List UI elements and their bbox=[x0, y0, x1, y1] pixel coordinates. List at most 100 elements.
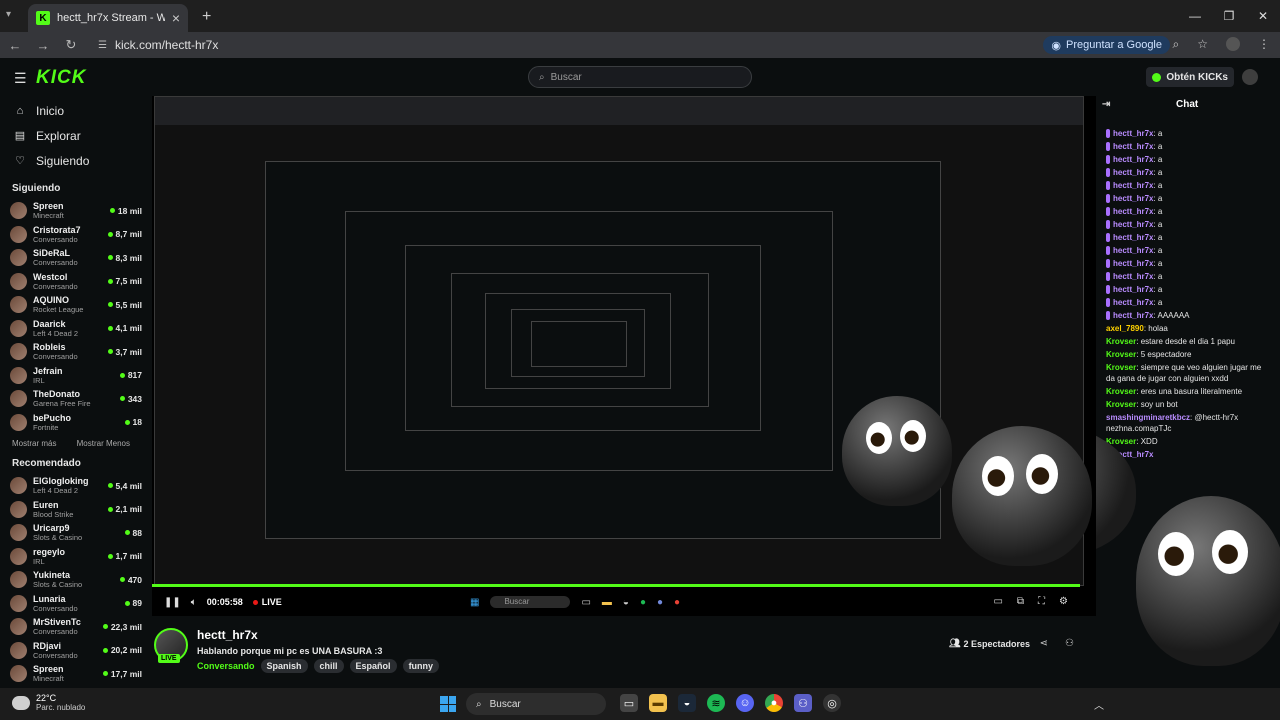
sidebar-channel[interactable]: Spreen Minecraft 18 mil bbox=[0, 199, 152, 223]
tag-chip[interactable]: funny bbox=[402, 659, 440, 673]
minimize-icon[interactable]: — bbox=[1178, 0, 1212, 32]
address-bar[interactable]: ☰ kick.com/hectt-hr7x bbox=[98, 38, 218, 52]
volume-icon[interactable]: 🔈︎ bbox=[191, 597, 197, 608]
chat-username[interactable]: hectt_hr7x bbox=[1113, 220, 1153, 229]
streamer-name[interactable]: hectt_hr7x bbox=[197, 628, 258, 642]
chat-username[interactable]: Krovser bbox=[1106, 387, 1136, 396]
sidebar-channel[interactable]: Spreen Minecraft 17,7 mil bbox=[0, 662, 152, 686]
chat-username[interactable]: hectt_hr7x bbox=[1113, 129, 1153, 138]
steam-icon[interactable]: ◒ bbox=[678, 694, 696, 712]
user-avatar[interactable] bbox=[1242, 69, 1258, 85]
sidebar-channel[interactable]: Uricarp9 Slots & Casino 88 bbox=[0, 521, 152, 545]
collapse-chat-icon[interactable]: ⇥ bbox=[1102, 99, 1110, 110]
pip-icon[interactable]: ⧉ bbox=[1017, 596, 1024, 607]
chat-username[interactable]: hectt_hr7x bbox=[1113, 155, 1153, 164]
bookmark-star-icon[interactable]: ☆ bbox=[1197, 37, 1208, 52]
nav-following[interactable]: ♡ Siguiendo bbox=[0, 148, 152, 173]
task-view-icon[interactable]: ▭ bbox=[620, 694, 638, 712]
site-info-icon[interactable]: ☰ bbox=[98, 40, 107, 51]
obs-icon[interactable]: ◎ bbox=[823, 694, 841, 712]
windows-start-icon[interactable] bbox=[440, 696, 456, 712]
sidebar-channel[interactable]: Robleis Conversando 3,7 mil bbox=[0, 340, 152, 364]
show-less-link[interactable]: Mostrar Menos bbox=[77, 439, 130, 448]
menu-dots-icon[interactable]: ⋮ bbox=[1258, 37, 1270, 52]
settings-gear-icon[interactable]: ⚙ bbox=[1059, 596, 1068, 607]
browser-tab[interactable]: K hectt_hr7x Stream - Watch Live × bbox=[28, 4, 188, 32]
forward-icon[interactable]: → bbox=[36, 38, 50, 53]
sidebar-channel[interactable]: Cristorata7 Conversando 8,7 mil bbox=[0, 223, 152, 247]
teams-icon[interactable]: ⚇ bbox=[794, 694, 812, 712]
chat-message: hectt_hr7x: a bbox=[1106, 243, 1270, 256]
kick-logo[interactable]: KICK bbox=[36, 67, 86, 89]
pause-icon[interactable]: ❚❚ bbox=[164, 597, 181, 608]
new-tab-icon[interactable]: + bbox=[202, 8, 211, 26]
follow-user-icon[interactable]: ⚇ bbox=[1065, 638, 1074, 649]
chat-username[interactable]: hectt_hr7x bbox=[1113, 298, 1153, 307]
share-icon[interactable]: ⋖ bbox=[1040, 638, 1048, 649]
sidebar-channel[interactable]: Daarick Left 4 Dead 2 4,1 mil bbox=[0, 317, 152, 341]
sidebar-channel[interactable]: MrStivenTc Conversando 22,3 mil bbox=[0, 615, 152, 639]
close-window-icon[interactable]: ✕ bbox=[1246, 0, 1280, 32]
spotify-icon[interactable]: ≋ bbox=[707, 694, 725, 712]
stream-category[interactable]: Conversando bbox=[197, 661, 255, 671]
discord-icon[interactable]: ☺ bbox=[736, 694, 754, 712]
channel-avatar bbox=[10, 249, 27, 267]
tab-search-icon[interactable]: ▾ bbox=[6, 9, 11, 20]
chat-username[interactable]: hectt_hr7x bbox=[1113, 194, 1153, 203]
chat-username[interactable]: hectt_hr7x bbox=[1113, 272, 1153, 281]
chat-username[interactable]: hectt_hr7x bbox=[1113, 207, 1153, 216]
fullscreen-icon[interactable]: ⛶ bbox=[1038, 596, 1045, 607]
taskbar-search[interactable]: ⌕ Buscar bbox=[466, 693, 606, 715]
sidebar-channel[interactable]: TheDonato Garena Free Fire 343 bbox=[0, 387, 152, 411]
nav-home[interactable]: ⌂ Inicio bbox=[0, 98, 152, 123]
tag-chip[interactable]: Spanish bbox=[260, 659, 308, 673]
chat-username[interactable]: hectt_hr7x bbox=[1113, 285, 1153, 294]
chat-username[interactable]: hectt_hr7x bbox=[1113, 181, 1153, 190]
back-icon[interactable]: ← bbox=[8, 38, 22, 53]
ask-google-button[interactable]: ◉ Preguntar a Google bbox=[1043, 36, 1170, 54]
get-kicks-button[interactable]: Obtén KICKs bbox=[1146, 67, 1234, 87]
sidebar-channel[interactable]: regeylo IRL 1,7 mil bbox=[0, 545, 152, 569]
chat-username[interactable]: hectt_hr7x bbox=[1113, 259, 1153, 268]
tag-chip[interactable]: Español bbox=[349, 659, 397, 673]
chrome-icon[interactable]: ● bbox=[765, 694, 783, 712]
search-input[interactable]: ⌕ Buscar bbox=[528, 66, 752, 88]
sidebar-channel[interactable]: ElGlogloking Left 4 Dead 2 5,4 mil bbox=[0, 474, 152, 498]
nav-explore[interactable]: ▤ Explorar bbox=[0, 123, 152, 148]
chat-username[interactable]: hectt_hr7x bbox=[1113, 246, 1153, 255]
sidebar-channel[interactable]: RDjavi Conversando 20,2 mil bbox=[0, 639, 152, 663]
chat-username[interactable]: Krovser bbox=[1106, 400, 1136, 409]
chat-username[interactable]: hectt_hr7x bbox=[1113, 168, 1153, 177]
file-explorer-icon[interactable]: ▬ bbox=[649, 694, 667, 712]
tag-chip[interactable]: chill bbox=[313, 659, 344, 673]
chat-username[interactable]: smashingminaretkbcz bbox=[1106, 413, 1190, 422]
sidebar-channel[interactable]: Euren Blood Strike 2,1 mil bbox=[0, 498, 152, 522]
sidebar-channel[interactable]: SiDeRaL Conversando 8,3 mil bbox=[0, 246, 152, 270]
chat-username[interactable]: axel_7890 bbox=[1106, 324, 1144, 333]
profile-avatar[interactable] bbox=[1226, 37, 1240, 51]
hamburger-menu-icon[interactable]: ☰ bbox=[14, 70, 27, 87]
chat-username[interactable]: hectt_hr7x bbox=[1113, 233, 1153, 242]
chat-username[interactable]: Krovser bbox=[1106, 363, 1136, 372]
tab-close-icon[interactable]: × bbox=[172, 10, 180, 26]
sidebar-channel[interactable]: Lunaria Conversando 89 bbox=[0, 592, 152, 616]
sidebar-channel[interactable]: AQUINO Rocket League 5,5 mil bbox=[0, 293, 152, 317]
channel-name: Westcol bbox=[33, 271, 68, 282]
chat-username[interactable]: hectt_hr7x bbox=[1113, 311, 1153, 320]
reload-icon[interactable]: ↻ bbox=[64, 37, 78, 53]
weather-widget[interactable]: 22°C Parc. nublado bbox=[12, 693, 85, 713]
chat-username[interactable]: Krovser bbox=[1106, 350, 1136, 359]
following-more-row: Mostrar más Mostrar Menos bbox=[0, 434, 152, 452]
video-player[interactable] bbox=[152, 96, 1096, 616]
sidebar-channel[interactable]: bePucho Fortnite 18 bbox=[0, 411, 152, 435]
chat-username[interactable]: Krovser bbox=[1106, 337, 1136, 346]
sidebar-channel[interactable]: Jefrain IRL 817 bbox=[0, 364, 152, 388]
chat-username[interactable]: hectt_hr7x bbox=[1113, 142, 1153, 151]
zoom-icon[interactable]: ⌕ bbox=[1173, 37, 1180, 52]
theater-mode-icon[interactable]: ▭ bbox=[993, 596, 1002, 607]
sidebar-channel[interactable]: Yukineta Slots & Casino 470 bbox=[0, 568, 152, 592]
tray-chevron-icon[interactable]: ︿ bbox=[1094, 697, 1104, 712]
sidebar-channel[interactable]: Westcol Conversando 7,5 mil bbox=[0, 270, 152, 294]
maximize-icon[interactable]: ❐ bbox=[1212, 0, 1246, 32]
show-more-link[interactable]: Mostrar más bbox=[12, 439, 56, 448]
